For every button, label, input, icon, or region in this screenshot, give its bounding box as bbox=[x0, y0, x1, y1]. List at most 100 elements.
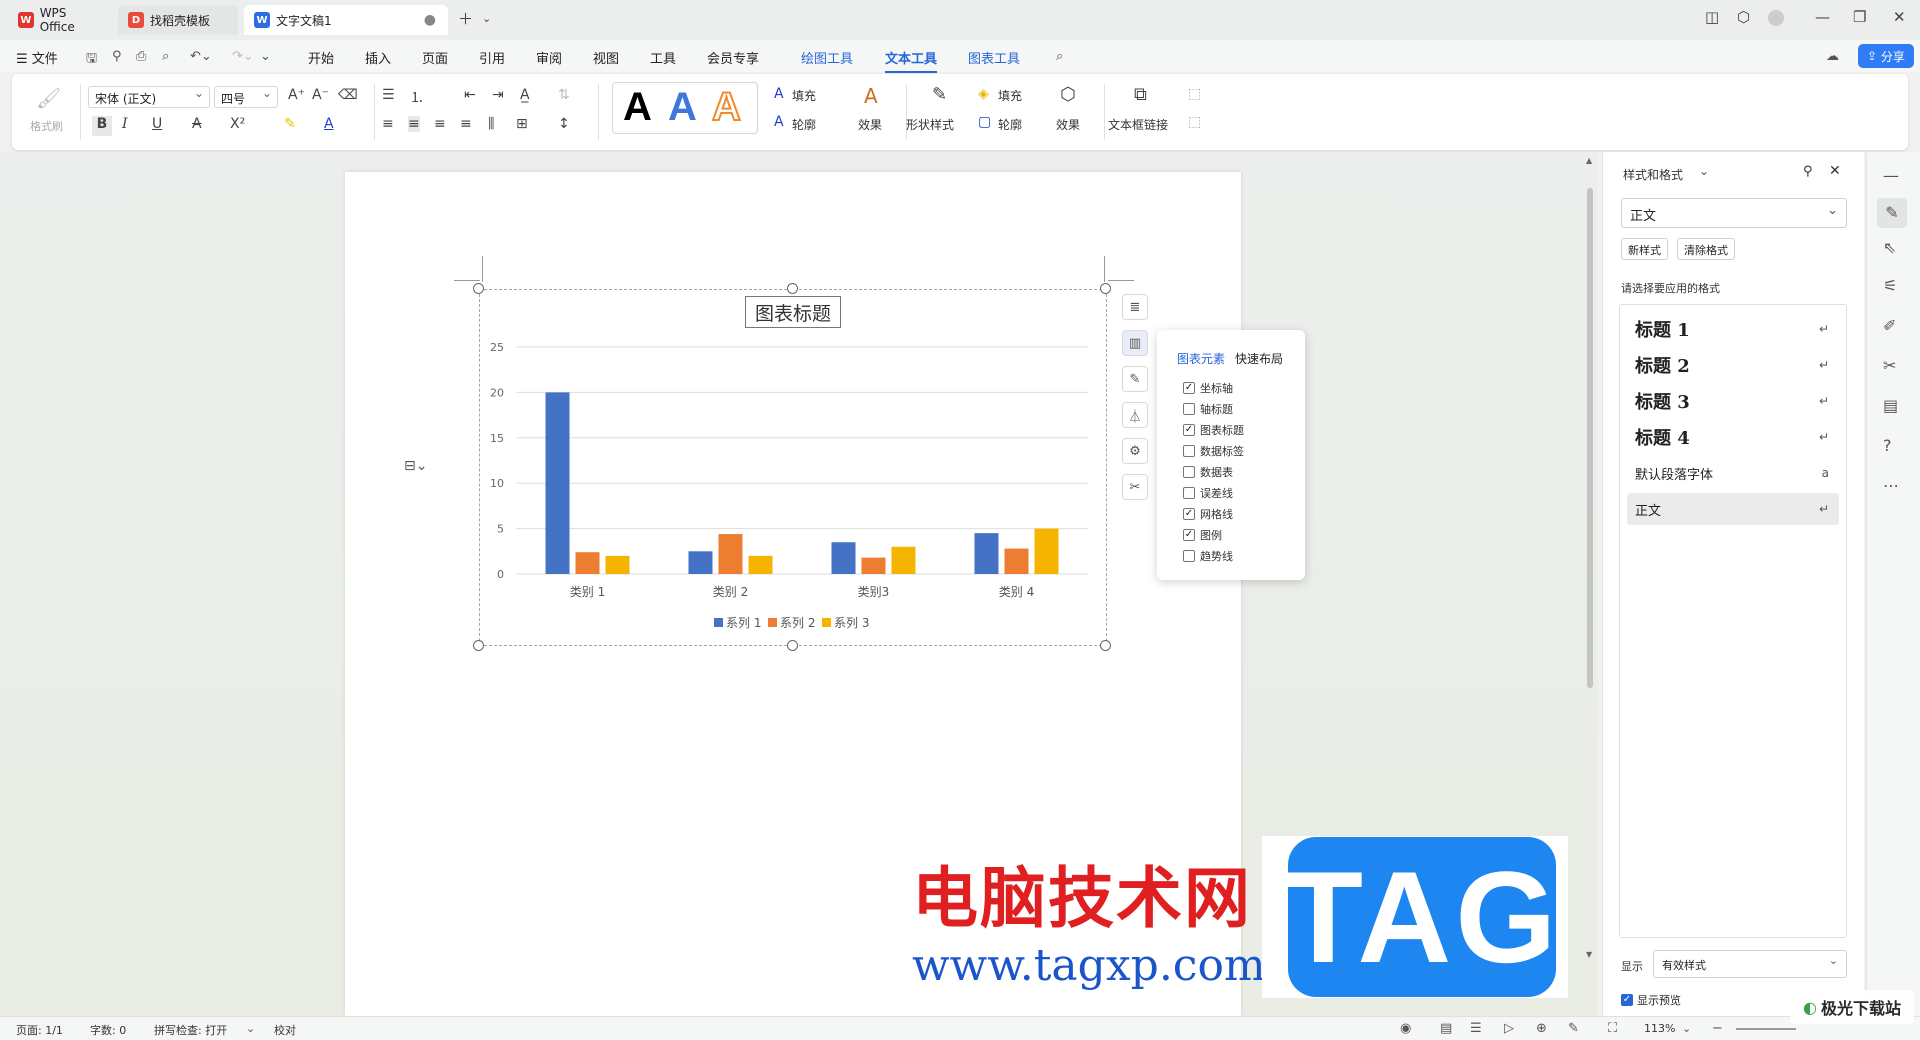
wordart-outline-icon[interactable]: A bbox=[711, 84, 742, 130]
chart-element-option[interactable]: 数据表 bbox=[1183, 464, 1233, 480]
save-icon[interactable]: 🖫 bbox=[86, 49, 97, 71]
shape-outline-label[interactable]: 轮廓 bbox=[998, 116, 1022, 133]
style-format-icon[interactable]: ✎ bbox=[1877, 198, 1907, 228]
increase-indent-icon[interactable]: ⇥ bbox=[492, 87, 504, 103]
panel-title[interactable]: 样式和格式 bbox=[1623, 166, 1683, 183]
chart-element-option[interactable]: ✓ 图表标题 bbox=[1183, 422, 1244, 438]
current-style-select[interactable]: 正文 ⌄ bbox=[1621, 198, 1847, 228]
line-spacing-icon[interactable]: ↕ bbox=[558, 116, 570, 132]
menu-tools[interactable]: 工具 bbox=[650, 48, 676, 67]
collapse-icon[interactable]: — bbox=[1883, 166, 1899, 185]
outline-view-icon[interactable]: ☰ bbox=[1470, 1021, 1482, 1036]
text-effect-label[interactable]: 效果 bbox=[858, 116, 882, 133]
new-style-button[interactable]: 新样式 bbox=[1621, 238, 1668, 260]
edit-icon[interactable]: ✐ bbox=[1883, 316, 1896, 335]
checkbox-checked-icon[interactable]: ✓ bbox=[1183, 529, 1195, 541]
pin-icon[interactable]: ⚲ bbox=[1803, 164, 1813, 179]
redo-icon[interactable]: ↷⌄ bbox=[232, 49, 254, 64]
zoom-chevron-icon[interactable]: ⌄ bbox=[1682, 1022, 1691, 1035]
shape-fill-icon[interactable]: ◈ bbox=[978, 86, 989, 102]
format-painter-icon[interactable]: 🖌 bbox=[36, 86, 61, 110]
popup-tab-quick-layout[interactable]: 快速布局 bbox=[1235, 350, 1283, 367]
align-left-icon[interactable]: ≡ bbox=[382, 116, 394, 132]
strikethrough-icon[interactable]: A bbox=[192, 116, 202, 132]
textbox-next-icon[interactable]: ⬚ bbox=[1188, 114, 1201, 130]
checkbox-checked-icon[interactable]: ✓ bbox=[1183, 508, 1195, 520]
menu-insert[interactable]: 插入 bbox=[365, 48, 391, 67]
chart-elements-button[interactable]: ▥ bbox=[1122, 330, 1148, 356]
shrink-font-icon[interactable]: A⁻ bbox=[312, 87, 329, 103]
font-color-icon[interactable]: A bbox=[324, 116, 334, 132]
tab-document[interactable]: W 文字文稿1 ● bbox=[244, 5, 448, 35]
checkbox-checked-icon[interactable]: ✓ bbox=[1183, 382, 1195, 394]
cube-icon[interactable]: ⬡ bbox=[1737, 8, 1750, 26]
menu-references[interactable]: 引用 bbox=[479, 48, 505, 67]
minimize-icon[interactable]: — bbox=[1815, 8, 1830, 26]
style-item[interactable]: 默认段落字体 a bbox=[1627, 457, 1839, 489]
text-outline-label[interactable]: 轮廓 bbox=[792, 116, 816, 133]
share-button[interactable]: ⇪ 分享 bbox=[1858, 44, 1914, 68]
chart-style-button[interactable]: ✎ bbox=[1122, 366, 1148, 392]
decrease-indent-icon[interactable]: ⇤ bbox=[464, 87, 476, 103]
chart-element-option[interactable]: ✓ 图例 bbox=[1183, 527, 1222, 543]
tab-docer[interactable]: D 找稻壳模板 bbox=[118, 5, 238, 35]
resize-handle[interactable] bbox=[473, 283, 484, 294]
shape-fill-label[interactable]: 填充 bbox=[998, 87, 1022, 104]
font-size-select[interactable]: 四号 bbox=[214, 86, 278, 108]
clear-format-button[interactable]: 清除格式 bbox=[1677, 238, 1735, 260]
tab-list-chevron-icon[interactable]: ⌄ bbox=[482, 12, 491, 25]
align-center-icon[interactable]: ≡ bbox=[408, 116, 420, 132]
scroll-down-icon[interactable]: ▼ bbox=[1586, 950, 1592, 959]
word-count[interactable]: 字数: 0 bbox=[90, 1022, 126, 1038]
textbox-link-label[interactable]: 文本框链接 bbox=[1108, 116, 1168, 133]
chart-title[interactable]: 图表标题 bbox=[745, 296, 841, 328]
underline-button[interactable]: U bbox=[152, 116, 162, 132]
restore-icon[interactable]: ❐ bbox=[1853, 8, 1866, 26]
resize-handle[interactable] bbox=[473, 640, 484, 651]
show-filter-select[interactable]: 有效样式 ⌄ bbox=[1653, 950, 1847, 978]
checkbox-unchecked-icon[interactable] bbox=[1183, 466, 1195, 478]
shape-effect-label[interactable]: 效果 bbox=[1056, 116, 1080, 133]
zoom-slider[interactable] bbox=[1736, 1028, 1796, 1030]
scrollbar-thumb[interactable] bbox=[1587, 188, 1593, 688]
layout-options-icon[interactable]: ⊟⌄ bbox=[404, 458, 427, 474]
zoom-level[interactable]: 113% bbox=[1644, 1022, 1675, 1035]
clear-format-icon[interactable]: ⌫ bbox=[338, 87, 358, 103]
layout-icon[interactable]: ◫ bbox=[1705, 8, 1719, 26]
scroll-up-icon[interactable]: ▲ bbox=[1586, 156, 1592, 165]
text-outline-icon[interactable]: A bbox=[774, 114, 784, 130]
book-icon[interactable]: ▤ bbox=[1883, 396, 1898, 415]
wordart-black-icon[interactable]: A bbox=[623, 85, 652, 130]
tools-icon[interactable]: ✂ bbox=[1883, 356, 1896, 375]
chart-layout-button[interactable]: ≣ bbox=[1122, 294, 1148, 320]
vertical-scrollbar[interactable]: ▲ ▼ bbox=[1583, 152, 1597, 1016]
italic-button[interactable]: I bbox=[122, 116, 128, 132]
more-quick-icon[interactable]: ⌄ bbox=[260, 49, 271, 64]
undo-icon[interactable]: ↶⌄ bbox=[190, 49, 212, 64]
menu-view[interactable]: 视图 bbox=[593, 48, 619, 67]
chart-element-option[interactable]: 趋势线 bbox=[1183, 548, 1233, 564]
chart-element-option[interactable]: ✓ 坐标轴 bbox=[1183, 380, 1233, 396]
chart-element-option[interactable]: 误差线 bbox=[1183, 485, 1233, 501]
print-preview-icon[interactable]: ⌕ bbox=[162, 49, 169, 64]
checkbox-unchecked-icon[interactable] bbox=[1183, 403, 1195, 415]
web-view-icon[interactable]: ⊕ bbox=[1536, 1021, 1547, 1036]
wordart-gallery[interactable]: A A A bbox=[612, 82, 758, 134]
tab-wps-office[interactable]: W WPS Office bbox=[8, 5, 114, 35]
chart-filter-button[interactable]: ⏃ bbox=[1122, 402, 1148, 428]
checkbox-checked-icon[interactable]: ✓ bbox=[1183, 424, 1195, 436]
sort-icon[interactable]: ⇅ bbox=[558, 87, 570, 103]
search-icon[interactable]: ⌕ bbox=[1056, 49, 1063, 64]
panel-title-chevron-icon[interactable]: ⌄ bbox=[1699, 164, 1709, 178]
pen-icon[interactable]: ✎ bbox=[1568, 1021, 1579, 1036]
select-icon[interactable]: ⇖ bbox=[1883, 238, 1896, 257]
panel-close-icon[interactable]: ✕ bbox=[1829, 163, 1841, 179]
resize-handle[interactable] bbox=[1100, 640, 1111, 651]
play-icon[interactable]: ▷ bbox=[1504, 1021, 1514, 1036]
more-icon[interactable]: ⋯ bbox=[1883, 476, 1899, 495]
wordart-blue-icon[interactable]: A bbox=[668, 85, 697, 130]
numbered-list-icon[interactable]: ⒈ bbox=[410, 87, 424, 107]
style-item[interactable]: 正文 ↵ bbox=[1627, 493, 1839, 525]
proofread[interactable]: 校对 bbox=[274, 1022, 296, 1038]
menu-text-tools[interactable]: 文本工具 bbox=[885, 48, 938, 73]
